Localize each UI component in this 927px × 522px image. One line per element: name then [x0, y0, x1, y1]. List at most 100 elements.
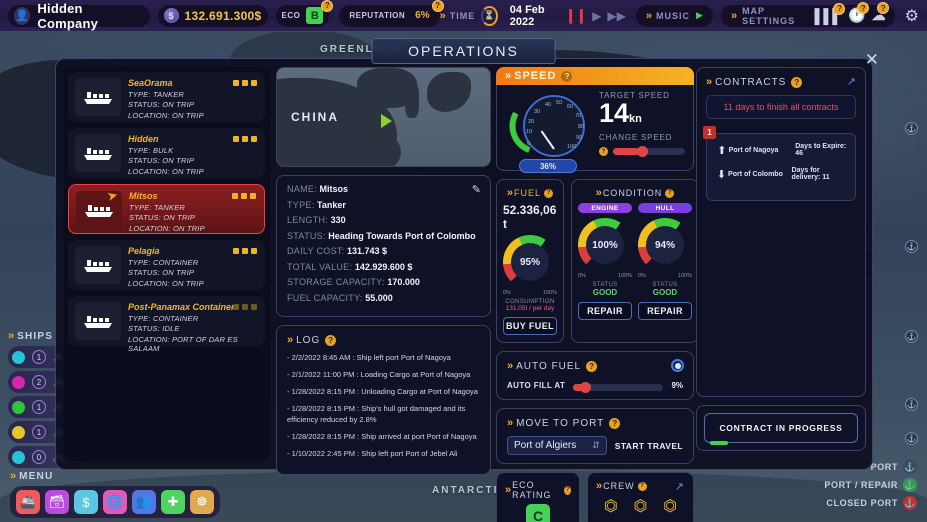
legend-label: CLOSED PORT	[826, 498, 898, 508]
play-icon[interactable]: ▶	[592, 9, 601, 23]
ship-card-pelagia[interactable]: PelagiaTYPE: CONTAINERSTATUS: ON TRIPLOC…	[68, 240, 265, 290]
external-link-icon[interactable]: ↗	[847, 75, 856, 88]
detail-row: STATUS: Heading Towards Port of Colombo	[287, 231, 480, 241]
chevron-right-icon: »	[731, 10, 735, 22]
ship-card-seaorama[interactable]: SeaOramaTYPE: TANKERSTATUS: ON TRIPLOCAT…	[68, 72, 265, 122]
repair-button[interactable]: REPAIR	[578, 302, 632, 320]
help-icon[interactable]: ?	[609, 418, 620, 429]
anchor-icon: ⚓	[903, 460, 917, 474]
help-badge[interactable]: ?	[432, 0, 444, 12]
menu-dock: 🚢🗃$🌐👥✚☸	[10, 486, 220, 518]
legend-label: PORT / REPAIR	[824, 480, 898, 490]
help-badge[interactable]: ?	[877, 2, 889, 14]
menu-dollar-icon[interactable]: $	[74, 490, 98, 514]
help-icon[interactable]: ?	[791, 77, 802, 88]
menu-cards-icon[interactable]: 🗃	[45, 490, 69, 514]
fuel-header: » FUEL ?	[503, 187, 557, 199]
contract-port: Port of Colombo	[728, 171, 792, 178]
help-icon[interactable]: ?	[586, 361, 597, 372]
ship-controls-column: » SPEED ? 0 10 20 30 40 50 60 70	[496, 67, 694, 522]
condition-title: CONDITION	[603, 188, 663, 198]
speed-panel: » SPEED ? 0 10 20 30 40 50 60 70	[496, 67, 694, 171]
fuel-gauge: 95%	[503, 235, 557, 289]
minimap[interactable]: CHINA	[276, 67, 491, 167]
auto-fill-slider[interactable]	[573, 384, 663, 391]
help-badge[interactable]: ?	[833, 3, 845, 15]
ship-card-hidden[interactable]: HiddenTYPE: BULKSTATUS: ON TRIPLOCATION:…	[68, 128, 265, 178]
map-settings-pill[interactable]: » MAP SETTINGS ▌▌▌? 🕐? ☁?	[721, 5, 895, 27]
condition-part-engine: ENGINE100%0%100%STATUSGOODREPAIR	[578, 203, 632, 320]
log-entry: - 1/10/2022 2:45 PM : Ship left port Por…	[287, 449, 480, 459]
help-badge[interactable]: ?	[321, 0, 333, 12]
clock-icon[interactable]: 🕐?	[848, 7, 864, 24]
ship-list[interactable]: SeaOramaTYPE: TANKERSTATUS: ON TRIPLOCAT…	[63, 67, 270, 461]
menu-ship-icon[interactable]: 🚢	[16, 490, 40, 514]
help-icon[interactable]: ?	[638, 482, 647, 491]
help-icon[interactable]: ?	[561, 71, 572, 82]
minimap-region-label: CHINA	[291, 110, 339, 124]
close-icon[interactable]: ✕	[865, 50, 879, 70]
help-icon[interactable]: ?	[325, 335, 336, 346]
detail-key: FUEL CAPACITY:	[287, 293, 363, 303]
crew-member-icons[interactable]: ⏣ ⏣ ⏣	[596, 496, 685, 516]
external-link-icon[interactable]: ↗	[675, 480, 684, 493]
help-icon[interactable]: ?	[564, 486, 571, 495]
contract-card[interactable]: 1 ⬆Port of NagoyaDays to Expire: 46⬇Port…	[706, 133, 856, 201]
condition-status-value: GOOD	[578, 288, 632, 297]
pause-icon[interactable]: ❙❙	[565, 7, 586, 24]
change-speed-slider[interactable]	[613, 148, 685, 155]
port-pin[interactable]: ⚓	[905, 432, 918, 445]
cloud-icon[interactable]: ☁?	[872, 7, 885, 24]
help-icon[interactable]: ?	[665, 189, 674, 198]
port-select[interactable]: Port of Algiers ⇵	[507, 436, 607, 455]
bar-chart-icon[interactable]: ▌▌▌?	[814, 8, 841, 24]
ship-card-mitsos[interactable]: MitsosTYPE: TANKERSTATUS: ON TRIPLOCATIO…	[68, 184, 265, 234]
log-entry: - 2/2/2022 8:45 AM : Ship left port Port…	[287, 353, 480, 363]
help-badge[interactable]: ?	[857, 2, 869, 14]
log-header: » LOG ?	[287, 334, 480, 346]
condition-gauge: 94%	[638, 218, 692, 272]
menu-wheel-icon[interactable]: ☸	[190, 490, 214, 514]
radio-on-icon[interactable]	[671, 359, 684, 372]
money-pill[interactable]: $ 132.691.300$	[158, 5, 268, 27]
menu-plus-icon[interactable]: ✚	[161, 490, 185, 514]
slider-knob[interactable]	[637, 146, 648, 157]
play-icon[interactable]: ▶	[696, 10, 703, 21]
reputation-label: REPUTATION	[349, 11, 405, 20]
company-name: Hidden Company	[37, 1, 137, 31]
pencil-icon[interactable]: ✎	[472, 183, 481, 196]
port-pin[interactable]: ⚓	[905, 240, 918, 253]
log-panel[interactable]: » LOG ? - 2/2/2022 8:45 AM : Ship left p…	[276, 325, 491, 475]
port-pin[interactable]: ⚓	[905, 330, 918, 343]
port-pin[interactable]: ⚓	[905, 398, 918, 411]
star-icon	[250, 193, 256, 199]
time-controls[interactable]: » TIME ⏳ 04 Feb 2022 ❙❙ ▶ ▶▶	[440, 4, 626, 28]
crew-icon[interactable]: ⏣	[634, 496, 648, 516]
speed-gauge-percent: 36%	[519, 159, 577, 173]
crew-icon[interactable]: ⏣	[663, 496, 677, 516]
start-travel-button[interactable]: START TRAVEL	[615, 441, 683, 451]
ship-card-post-panamax-container[interactable]: Post-Panamax ContainerTYPE: CONTAINERSTA…	[68, 296, 265, 346]
buy-fuel-button[interactable]: BUY FUEL	[503, 317, 557, 335]
port-pin[interactable]: ⚓	[905, 122, 918, 135]
menu-hud-panel: » MENU 🚢🗃$🌐👥✚☸	[10, 470, 220, 518]
eco-pill[interactable]: ECO B ?	[276, 5, 330, 27]
reputation-pill[interactable]: REPUTATION 6% ?	[339, 5, 439, 27]
contract-in-progress-button[interactable]: CONTRACT IN PROGRESS	[704, 413, 858, 443]
repair-button[interactable]: REPAIR	[638, 302, 692, 320]
ship-location: LOCATION: PORT OF DAR ES SALAAM	[128, 335, 258, 353]
menu-globe-icon[interactable]: 🌐	[103, 490, 127, 514]
help-icon[interactable]: ?	[544, 189, 553, 198]
slider-knob[interactable]	[580, 382, 591, 393]
ship-status: STATUS: ON TRIP	[128, 268, 258, 277]
help-icon[interactable]: ?	[599, 147, 608, 156]
crew-icon[interactable]: ⏣	[604, 496, 618, 516]
music-pill[interactable]: » MUSIC ▶	[636, 5, 713, 27]
star-icon	[233, 136, 239, 142]
fast-forward-icon[interactable]: ▶▶	[607, 9, 625, 23]
menu-crew-icon[interactable]: 👥	[132, 490, 156, 514]
crew-title: CREW	[603, 481, 635, 491]
company-pill[interactable]: 👤 Hidden Company	[8, 5, 150, 27]
gear-icon[interactable]: ⚙	[905, 6, 919, 26]
detail-value: Mitsos	[320, 184, 349, 194]
